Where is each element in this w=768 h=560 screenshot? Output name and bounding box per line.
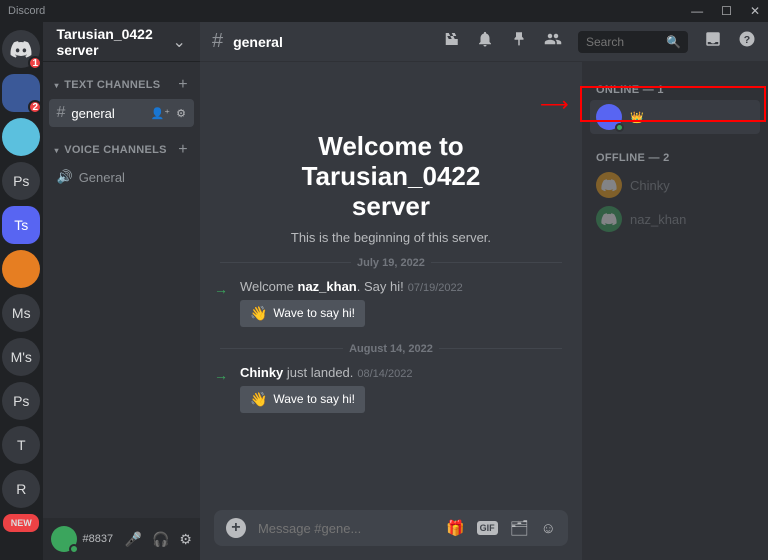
member-avatar <box>596 206 622 232</box>
system-message: → Welcome naz_khan. Say hi!07/19/2022 👋W… <box>214 275 568 331</box>
message-area: Welcome to Tarusian_0422 server This is … <box>200 62 582 560</box>
home-button[interactable]: 1 <box>2 30 40 68</box>
new-indicator[interactable]: NEW <box>3 514 39 532</box>
help-icon[interactable]: ? <box>738 30 756 53</box>
speaker-icon: 🔊 <box>57 169 73 185</box>
message-input[interactable] <box>258 521 434 536</box>
category-text-channels[interactable]: ▾ TEXT CHANNELS + <box>49 72 194 98</box>
channel-sidebar: Tarusian_0422 server ⌄ ▾ TEXT CHANNELS +… <box>43 22 200 560</box>
close-button[interactable]: ✕ <box>750 4 760 18</box>
add-channel-icon[interactable]: + <box>178 141 188 159</box>
guild-item[interactable]: Ps <box>2 382 40 420</box>
user-panel: #8837 🎤 🎧 ⚙ <box>43 518 200 560</box>
member-row[interactable]: naz_khan <box>590 202 760 236</box>
member-list: ONLINE — 1 👑 OFFLINE — 2 Chinky naz_khan… <box>582 62 768 560</box>
member-row[interactable]: 👑 <box>590 100 760 134</box>
category-voice-channels[interactable]: ▾ VOICE CHANNELS + <box>49 137 194 163</box>
system-message: → Chinky just landed.08/14/2022 👋Wave to… <box>214 361 568 417</box>
channel-title: general <box>233 34 432 50</box>
hash-icon: # <box>57 104 66 122</box>
threads-icon[interactable] <box>442 30 460 53</box>
maximize-button[interactable]: ☐ <box>721 4 732 18</box>
offline-heading: OFFLINE — 2 <box>590 152 760 164</box>
guild-item[interactable]: Ms <box>2 294 40 332</box>
settings-icon[interactable]: ⚙ <box>179 531 192 548</box>
emoji-icon[interactable]: ☺ <box>541 520 556 537</box>
guild-badge: 2 <box>28 100 42 114</box>
welcome-subtitle: This is the beginning of this server. <box>214 230 568 245</box>
members-icon[interactable] <box>544 30 562 53</box>
status-online-icon <box>69 544 79 554</box>
gear-icon[interactable]: ⚙ <box>176 107 186 120</box>
sticker-icon[interactable]: 🗂 <box>510 519 529 537</box>
message-composer: + 🎁 GIF 🗂 ☺ <box>214 510 568 546</box>
search-box[interactable]: 🔍 <box>578 31 688 53</box>
guild-item[interactable]: 2 <box>2 74 40 112</box>
main-content: # general 🔍 ? Welcome to <box>200 22 768 560</box>
join-arrow-icon: → <box>214 367 228 383</box>
hash-icon: # <box>212 30 223 53</box>
voice-channel-general[interactable]: 🔊 General <box>49 164 194 190</box>
wave-button[interactable]: 👋Wave to say hi! <box>240 386 365 413</box>
server-header[interactable]: Tarusian_0422 server ⌄ <box>43 22 200 62</box>
add-channel-icon[interactable]: + <box>178 76 188 94</box>
wave-emoji-icon: 👋 <box>250 305 267 322</box>
member-row[interactable]: Chinky <box>590 168 760 202</box>
invite-icon[interactable]: 👤⁺ <box>151 107 171 120</box>
server-name: Tarusian_0422 server <box>57 26 173 58</box>
user-avatar[interactable] <box>51 526 77 552</box>
search-icon: 🔍 <box>666 35 681 49</box>
guild-item[interactable]: T <box>2 426 40 464</box>
chevron-down-icon: ⌄ <box>173 32 186 52</box>
date-divider: August 14, 2022 <box>214 343 568 355</box>
guild-item[interactable]: R <box>2 470 40 508</box>
date-divider: July 19, 2022 <box>214 257 568 269</box>
notifications-icon[interactable] <box>476 30 494 53</box>
guild-item[interactable]: M's <box>2 338 40 376</box>
welcome-title: Welcome to Tarusian_0422 server <box>214 132 568 222</box>
user-tag: #8837 <box>83 533 119 545</box>
minimize-button[interactable]: — <box>691 4 703 18</box>
inbox-icon[interactable] <box>704 30 722 53</box>
svg-text:?: ? <box>744 34 750 46</box>
status-online-icon <box>615 123 624 132</box>
pinned-icon[interactable] <box>510 30 528 53</box>
welcome-block: Welcome to Tarusian_0422 server This is … <box>214 132 568 245</box>
titlebar-app-name: Discord <box>8 5 45 17</box>
chat-header: # general 🔍 ? <box>200 22 768 62</box>
deafen-icon[interactable]: 🎧 <box>152 531 169 548</box>
wave-button[interactable]: 👋Wave to say hi! <box>240 300 365 327</box>
guild-item[interactable]: Ps <box>2 162 40 200</box>
channel-general[interactable]: # general 👤⁺⚙ <box>49 99 194 127</box>
join-arrow-icon: → <box>214 281 228 297</box>
guild-item[interactable] <box>2 118 40 156</box>
guild-item[interactable]: Ts <box>2 206 40 244</box>
search-input[interactable] <box>586 35 666 49</box>
member-avatar <box>596 172 622 198</box>
gift-icon[interactable]: 🎁 <box>446 519 465 537</box>
wave-emoji-icon: 👋 <box>250 391 267 408</box>
mute-icon[interactable]: 🎤 <box>125 531 142 548</box>
attach-button[interactable]: + <box>226 518 246 538</box>
window-controls: — ☐ ✕ <box>691 4 760 18</box>
guild-sidebar: 1 2 Ps Ts Ms M's Ps T R NEW <box>0 22 43 560</box>
gif-icon[interactable]: GIF <box>477 521 498 535</box>
member-avatar <box>596 104 622 130</box>
guild-item[interactable] <box>2 250 40 288</box>
home-badge: 1 <box>28 56 42 70</box>
crown-icon: 👑 <box>630 111 644 124</box>
online-heading: ONLINE — 1 <box>590 84 760 96</box>
